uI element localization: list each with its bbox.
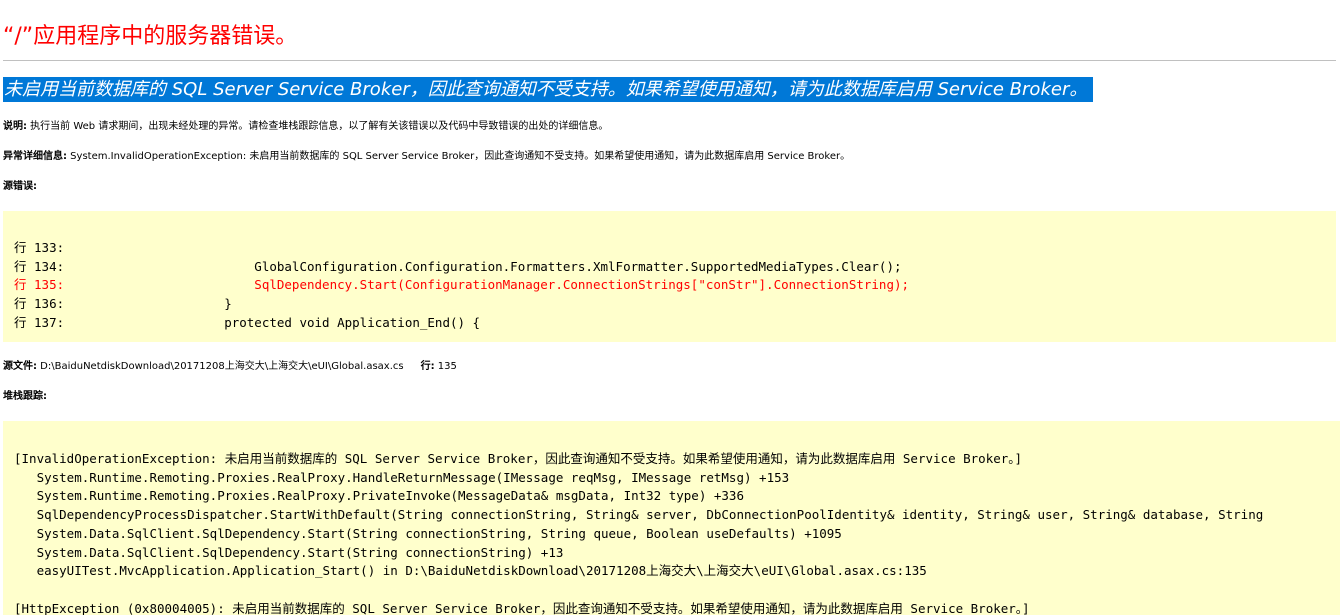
source-file-label: 源文件: <box>3 361 37 372</box>
page-title: “/”应用程序中的服务器错误。 <box>3 24 298 49</box>
exception-details-label: 异常详细信息: <box>3 151 67 162</box>
description-text: 执行当前 Web 请求期间，出现未经处理的异常。请检查堆栈跟踪信息，以了解有关该… <box>27 121 609 132</box>
exception-details-line: 异常详细信息: System.InvalidOperationException… <box>3 150 850 164</box>
source-file-path: D:\BaiduNetdiskDownload\20171208上海交大\上海交… <box>37 361 404 372</box>
code-line-text: SqlDependency.Start(ConfigurationManager… <box>164 277 910 293</box>
stack-trace-heading: 堆栈跟踪: <box>3 390 47 404</box>
stack-trace-line: System.Data.SqlClient.SqlDependency.Star… <box>14 525 842 541</box>
stack-trace-line: System.Runtime.Remoting.Proxies.RealProx… <box>14 469 790 485</box>
source-line-label: 行: <box>420 361 435 372</box>
source-code: 行 133: 行 134: GlobalConfiguration.Config… <box>3 211 1336 333</box>
stack-trace-line: easyUITest.MvcApplication.Application_St… <box>14 563 927 579</box>
error-message-headline[interactable]: 未启用当前数据库的 SQL Server Service Broker，因此查询… <box>3 77 1094 102</box>
code-line-137: 行 137: protected void Application_End() … <box>14 315 480 330</box>
title-divider <box>3 60 1336 61</box>
source-code-block: 行 133: 行 134: GlobalConfiguration.Config… <box>3 211 1336 342</box>
code-line-133: 行 133: <box>14 240 164 255</box>
code-line-number: 行 134: <box>14 258 65 274</box>
stack-trace: [InvalidOperationException: 未启用当前数据库的 SQ… <box>3 421 1340 615</box>
code-line-text: } <box>164 296 232 312</box>
source-error-heading: 源错误: <box>3 180 37 194</box>
error-page: “/”应用程序中的服务器错误。 未启用当前数据库的 SQL Server Ser… <box>0 0 1340 615</box>
stack-trace-line: ​ <box>14 581 1340 600</box>
code-line-number: 行 133: <box>14 240 65 255</box>
source-file-line: 源文件: D:\BaiduNetdiskDownload\20171208上海交… <box>3 360 457 374</box>
source-error-label: 源错误: <box>3 181 37 192</box>
description-line: 说明: 执行当前 Web 请求期间，出现未经处理的异常。请检查堆栈跟踪信息，以了… <box>3 120 608 134</box>
source-line-value: 135 <box>434 361 457 372</box>
code-line-135-error: 行 135: SqlDependency.Start(Configuration… <box>14 277 909 292</box>
code-line-text: GlobalConfiguration.Configuration.Format… <box>164 258 902 274</box>
code-line-134: 行 134: GlobalConfiguration.Configuration… <box>14 259 902 274</box>
stack-trace-line: System.Runtime.Remoting.Proxies.RealProx… <box>14 488 744 504</box>
exception-details-text: System.InvalidOperationException: 未启用当前数… <box>67 151 851 162</box>
description-label: 说明: <box>3 121 27 132</box>
stack-trace-block: [InvalidOperationException: 未启用当前数据库的 SQ… <box>3 421 1340 615</box>
code-line-number: 行 136: <box>14 296 65 312</box>
code-line-number: 行 135: <box>14 277 65 293</box>
stack-trace-line: System.Data.SqlClient.SqlDependency.Star… <box>14 544 564 560</box>
stack-trace-line: [HttpException (0x80004005): 未启用当前数据库的 S… <box>14 600 1030 615</box>
code-line-136: 行 136: } <box>14 296 232 311</box>
stack-trace-label: 堆栈跟踪: <box>3 391 47 402</box>
stack-trace-line: SqlDependencyProcessDispatcher.StartWith… <box>14 507 1264 523</box>
code-line-text: protected void Application_End() { <box>164 314 481 330</box>
stack-trace-line: [InvalidOperationException: 未启用当前数据库的 SQ… <box>14 451 1023 466</box>
code-line-number: 行 137: <box>14 314 65 330</box>
